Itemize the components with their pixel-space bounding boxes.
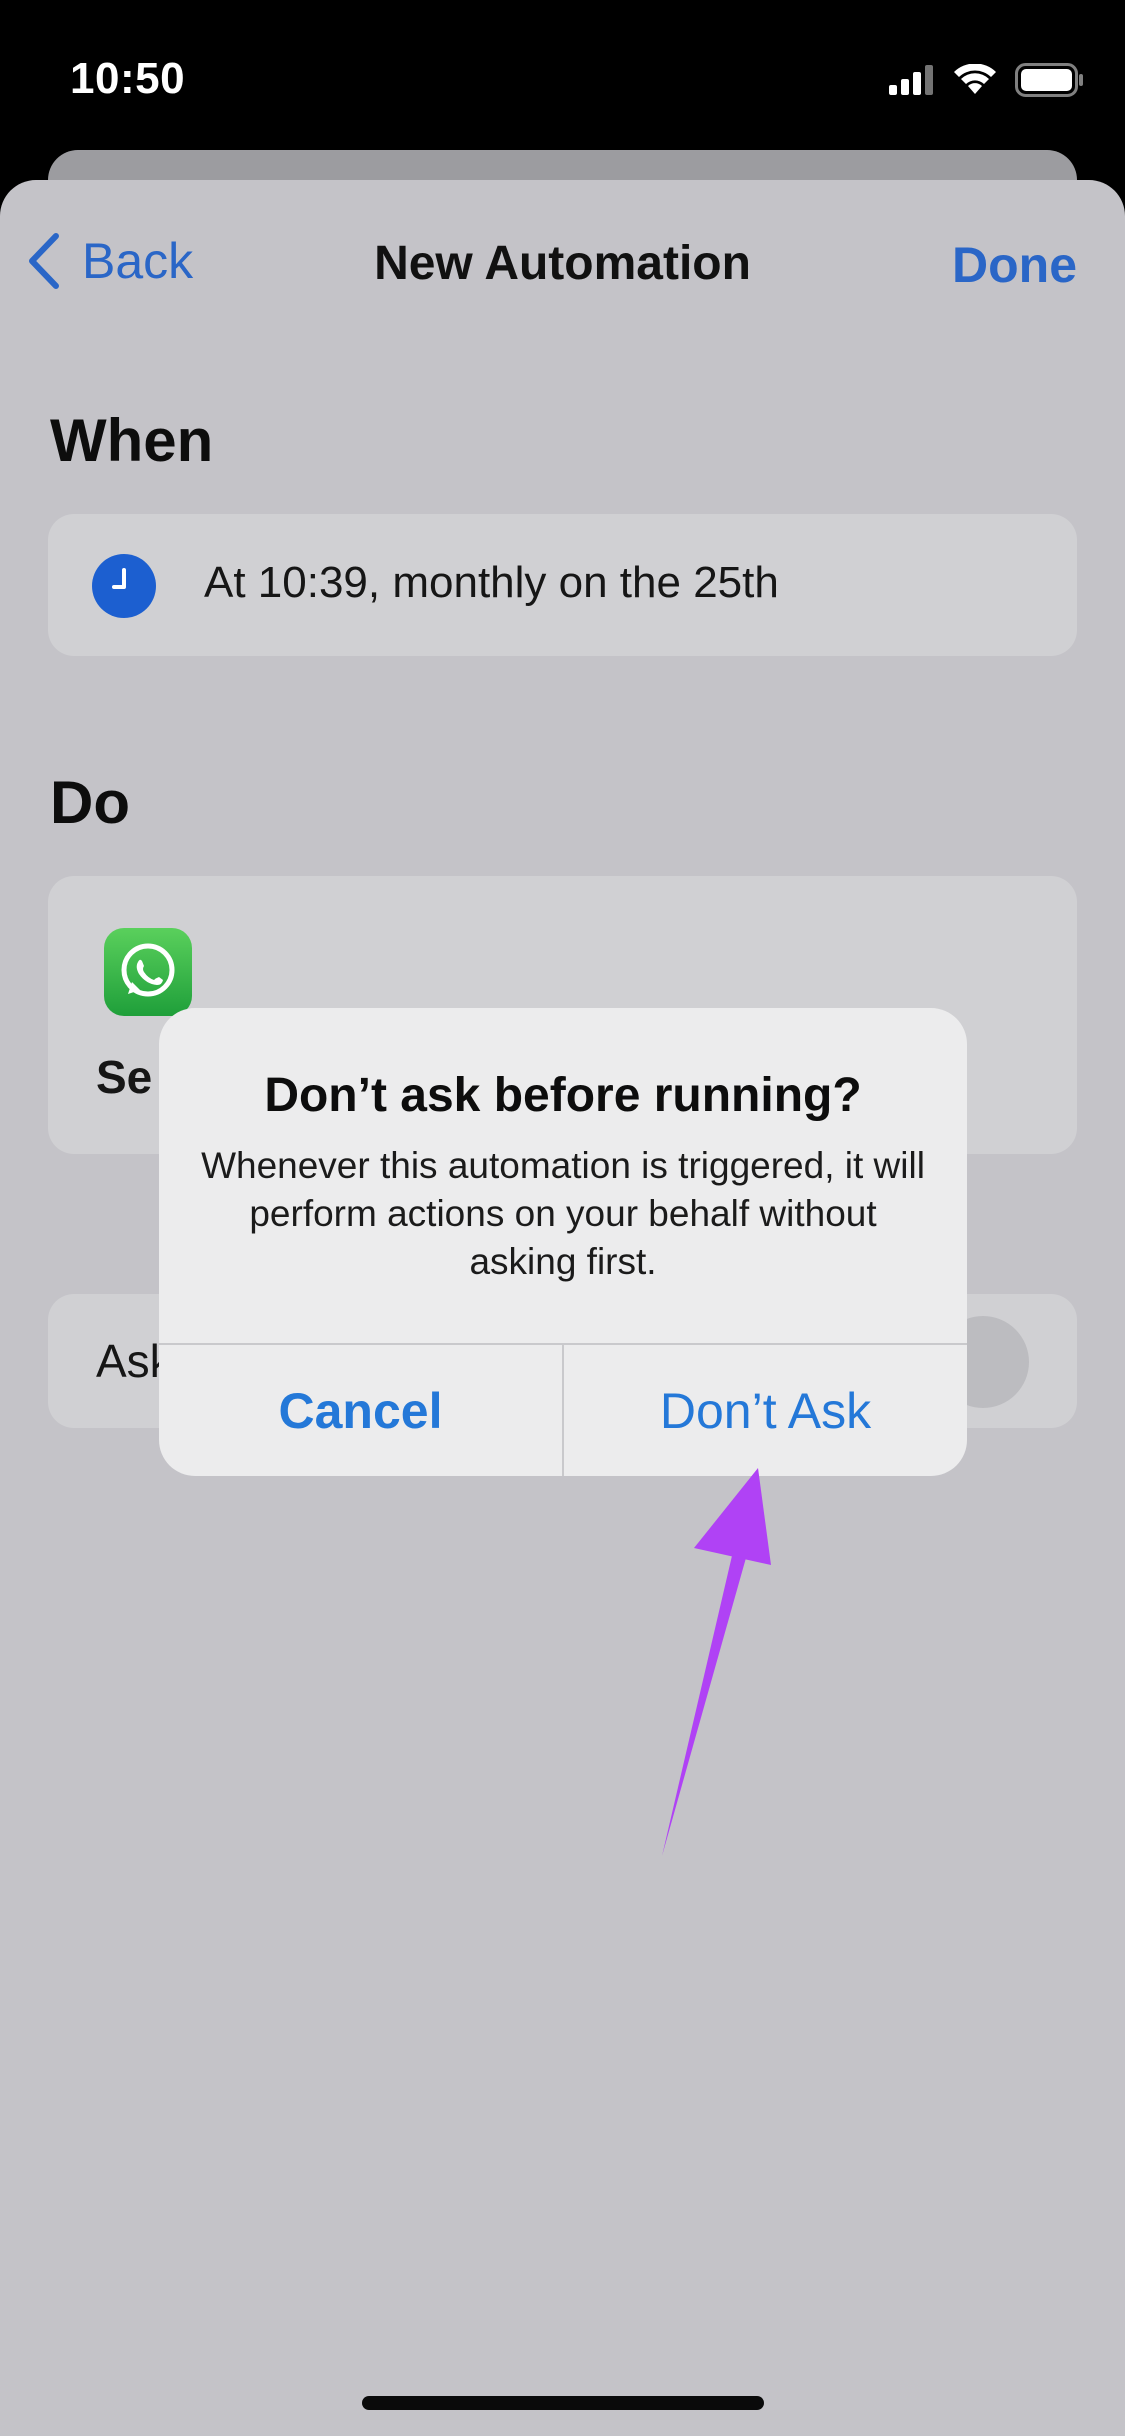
when-section-title: When <box>50 407 214 474</box>
home-indicator[interactable] <box>362 2396 764 2410</box>
trigger-text: At 10:39, monthly on the 25th <box>204 558 779 607</box>
done-button[interactable]: Done <box>952 236 1077 294</box>
trigger-card[interactable]: At 10:39, monthly on the 25th <box>48 514 1077 656</box>
alert-title: Don’t ask before running? <box>264 1069 862 1122</box>
do-section-title: Do <box>50 769 130 836</box>
wifi-icon <box>954 64 996 94</box>
confirmation-alert: Don’t ask before running? Whenever this … <box>159 1008 967 1476</box>
cancel-button[interactable]: Cancel <box>159 1345 562 1476</box>
dont-ask-button[interactable]: Don’t Ask <box>564 1345 967 1476</box>
clock-icon <box>92 554 156 618</box>
whatsapp-icon <box>104 928 192 1016</box>
status-time: 10:50 <box>70 54 186 103</box>
action-label: Se <box>96 1051 153 1103</box>
alert-message: Whenever this automation is triggered, i… <box>201 1145 925 1282</box>
signal-icon <box>889 65 933 95</box>
status-bar: 10:50 <box>0 0 1125 160</box>
status-icons <box>889 60 1085 100</box>
battery-icon <box>1015 63 1083 97</box>
